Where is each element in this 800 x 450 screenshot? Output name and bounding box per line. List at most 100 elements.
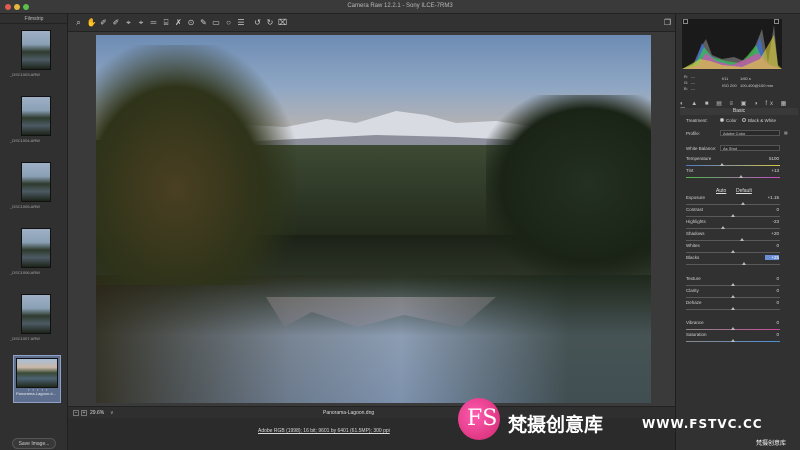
slider-value-blacks[interactable]: +25 [765, 255, 779, 260]
slider-value-dehaze[interactable]: 0 [765, 300, 779, 305]
default-link[interactable]: Default [736, 188, 752, 194]
slider-value-exposure[interactable]: +1.15 [765, 195, 779, 200]
readout-g: --- [691, 80, 695, 85]
slider-label-texture: Texture [686, 276, 701, 281]
filmstrip-item-label: Panorama-Lagoon.d... [16, 391, 56, 396]
slider-label-temperature: Temperature [686, 156, 712, 161]
slider-thumb[interactable] [731, 339, 735, 342]
open-preferences-icon[interactable]: ☰ [237, 18, 246, 27]
slider-track-texture[interactable] [686, 283, 780, 286]
filmstrip-item-selected[interactable]: • • • • • Panorama-Lagoon.d... [13, 355, 61, 403]
slider-value-texture[interactable]: 0 [765, 276, 779, 281]
highlight-clipping-icon[interactable] [774, 19, 779, 24]
adjustment-brush-icon[interactable]: ✎ [199, 18, 208, 27]
slider-thumb[interactable] [738, 175, 743, 178]
auto-link[interactable]: Auto [716, 188, 726, 194]
panel-tabs[interactable]: ◐ ▲ ■ ▤ ≡ ▣ ◑ fx ▦ ☰ ● [680, 100, 798, 114]
slider-track-contrast[interactable] [686, 214, 780, 217]
watermark-logo: FS [458, 398, 500, 440]
slider-track-dehaze[interactable] [686, 307, 780, 310]
slider-value-temperature[interactable]: 5100 [765, 156, 779, 161]
profile-dropdown[interactable]: Adobe Color [720, 130, 780, 136]
slider-thumb[interactable] [731, 250, 735, 253]
slider-value-contrast[interactable]: 0 [765, 207, 779, 212]
slider-value-highlights[interactable]: -23 [765, 219, 779, 224]
readout-r: --- [691, 74, 695, 79]
zoom-dropdown[interactable]: ∨ [110, 410, 114, 416]
slider-track-clarity[interactable] [686, 295, 780, 298]
spot-removal-icon[interactable]: ✗ [174, 18, 183, 27]
window-title: Camera Raw 12.2.1 - Sony ILCE-7RM3 [347, 3, 453, 9]
zoom-in-button[interactable]: + [81, 410, 87, 416]
filmstrip-item-label: _DSC1005.ARW [10, 204, 40, 209]
thumbnail-image [21, 294, 51, 334]
slider-value-vibrance[interactable]: 0 [765, 320, 779, 325]
slider-thumb[interactable] [731, 214, 735, 217]
filmstrip-item[interactable]: _DSC1007.ARW [10, 292, 54, 344]
slider-value-whites[interactable]: 0 [765, 243, 779, 248]
slider-track-saturation[interactable] [686, 339, 780, 342]
slider-thumb[interactable] [731, 327, 735, 330]
slider-track-tint[interactable] [686, 175, 780, 178]
save-image-button[interactable]: Save Image... [12, 438, 56, 449]
slider-thumb[interactable] [741, 202, 746, 205]
slider-track-whites[interactable] [686, 250, 780, 253]
workflow-options-link[interactable]: Adobe RGB (1998); 16 bit; 9601 by 6401 (… [258, 428, 390, 434]
zoom-out-button[interactable]: − [73, 410, 79, 416]
bw-radio-label: Black & White [748, 118, 777, 123]
target-adjust-icon[interactable]: ⌖ [124, 18, 133, 27]
color-radio[interactable] [720, 118, 724, 122]
zoom-icon[interactable]: ⌕ [74, 18, 83, 27]
slider-track-highlights[interactable] [686, 226, 780, 229]
graduated-filter-icon[interactable]: ▭ [212, 18, 221, 27]
filmstrip-item[interactable]: _DSC1003.ARW [10, 28, 54, 80]
slider-thumb[interactable] [719, 163, 724, 166]
slider-value-shadows[interactable]: +20 [765, 231, 779, 236]
transform-icon[interactable]: ⌸ [162, 18, 171, 27]
image-canvas[interactable] [68, 32, 675, 406]
zoom-level[interactable]: 29.6% [90, 410, 104, 416]
rotate-ccw-icon[interactable]: ↺ [253, 18, 262, 27]
slider-value-saturation[interactable]: 0 [765, 332, 779, 337]
slider-thumb[interactable] [731, 295, 735, 298]
hand-icon[interactable]: ✋ [87, 18, 97, 27]
slider-label-contrast: Contrast [686, 207, 704, 212]
slider-label-shadows: Shadows [686, 231, 705, 236]
shutter-readout: 1/60 s [740, 76, 751, 81]
slider-label-exposure: Exposure [686, 195, 706, 200]
radial-filter-icon[interactable]: ○ [224, 18, 233, 27]
filmstrip-item[interactable]: _DSC1005.ARW [10, 160, 54, 212]
slider-thumb[interactable] [731, 283, 735, 286]
slider-track-vibrance[interactable] [686, 327, 780, 330]
shadow-clipping-icon[interactable] [683, 19, 688, 24]
fullscreen-icon[interactable]: ❐ [663, 18, 672, 27]
panel-section-title: Basic [680, 108, 798, 115]
slider-thumb[interactable] [740, 238, 745, 241]
slider-value-tint[interactable]: +13 [765, 168, 779, 173]
crop-icon[interactable]: ⌖ [137, 18, 146, 27]
filmstrip-item[interactable]: _DSC1004.ARW [10, 94, 54, 146]
slider-value-clarity[interactable]: 0 [765, 288, 779, 293]
slider-thumb[interactable] [731, 307, 735, 310]
slider-thumb[interactable] [742, 262, 747, 265]
readout-r-label: R: [684, 74, 688, 79]
slider-track-blacks[interactable] [686, 262, 780, 265]
filmstrip-item[interactable]: _DSC1006.ARW [10, 226, 54, 278]
watermark-brand: 梵摄创意库 [508, 414, 604, 436]
red-eye-icon[interactable]: ⊙ [187, 18, 196, 27]
slider-thumb[interactable] [720, 226, 725, 229]
slider-track-exposure[interactable] [686, 202, 780, 205]
slider-track-shadows[interactable] [686, 238, 780, 241]
filmstrip-item-label: _DSC1007.ARW [10, 336, 40, 341]
preview-image[interactable] [96, 35, 651, 403]
white-balance-icon[interactable]: ✐ [99, 18, 108, 27]
color-radio-label: Color [726, 118, 737, 123]
bw-radio[interactable] [742, 118, 746, 122]
straighten-icon[interactable]: ═ [149, 18, 158, 27]
white-balance-dropdown[interactable]: As Shot [720, 145, 780, 151]
trash-icon[interactable]: ⌧ [278, 18, 287, 27]
rotate-cw-icon[interactable]: ↻ [266, 18, 275, 27]
color-sampler-icon[interactable]: ✐ [112, 18, 121, 27]
profile-browser-icon[interactable]: ▦ [784, 130, 788, 135]
slider-track-temperature[interactable] [686, 163, 780, 166]
